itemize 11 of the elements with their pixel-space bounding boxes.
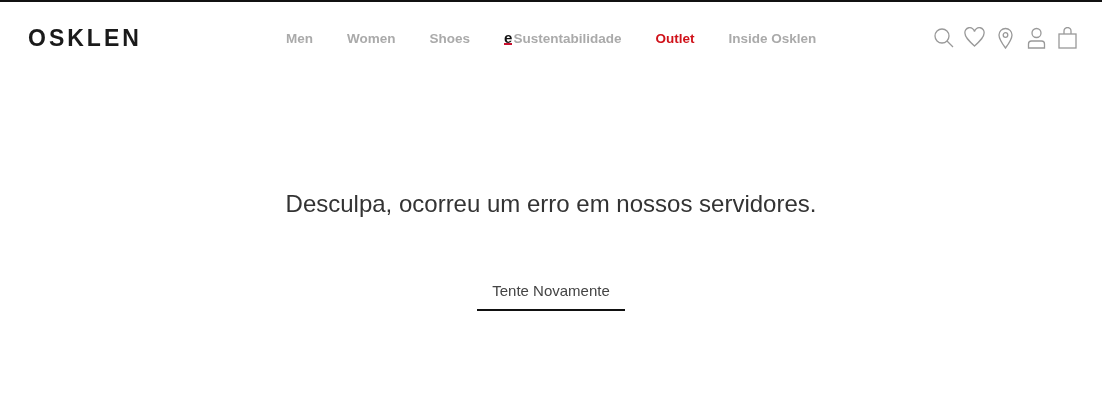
heart-icon[interactable]	[964, 27, 985, 49]
user-icon[interactable]	[1026, 27, 1047, 49]
nav-link[interactable]: eSustentabilidade	[504, 30, 622, 46]
shopping-bag-icon[interactable]	[1057, 27, 1078, 49]
eco-logo: e	[504, 31, 513, 45]
location-pin-icon[interactable]	[995, 27, 1016, 49]
error-message: Desculpa, ocorreu um erro em nossos servidores.	[285, 190, 817, 218]
retry-button[interactable]: Tente Novamente	[477, 282, 625, 311]
search-icon[interactable]	[933, 27, 954, 49]
logo[interactable]: OSKLEN	[28, 24, 286, 52]
nav-link[interactable]: Outlet	[655, 30, 695, 46]
